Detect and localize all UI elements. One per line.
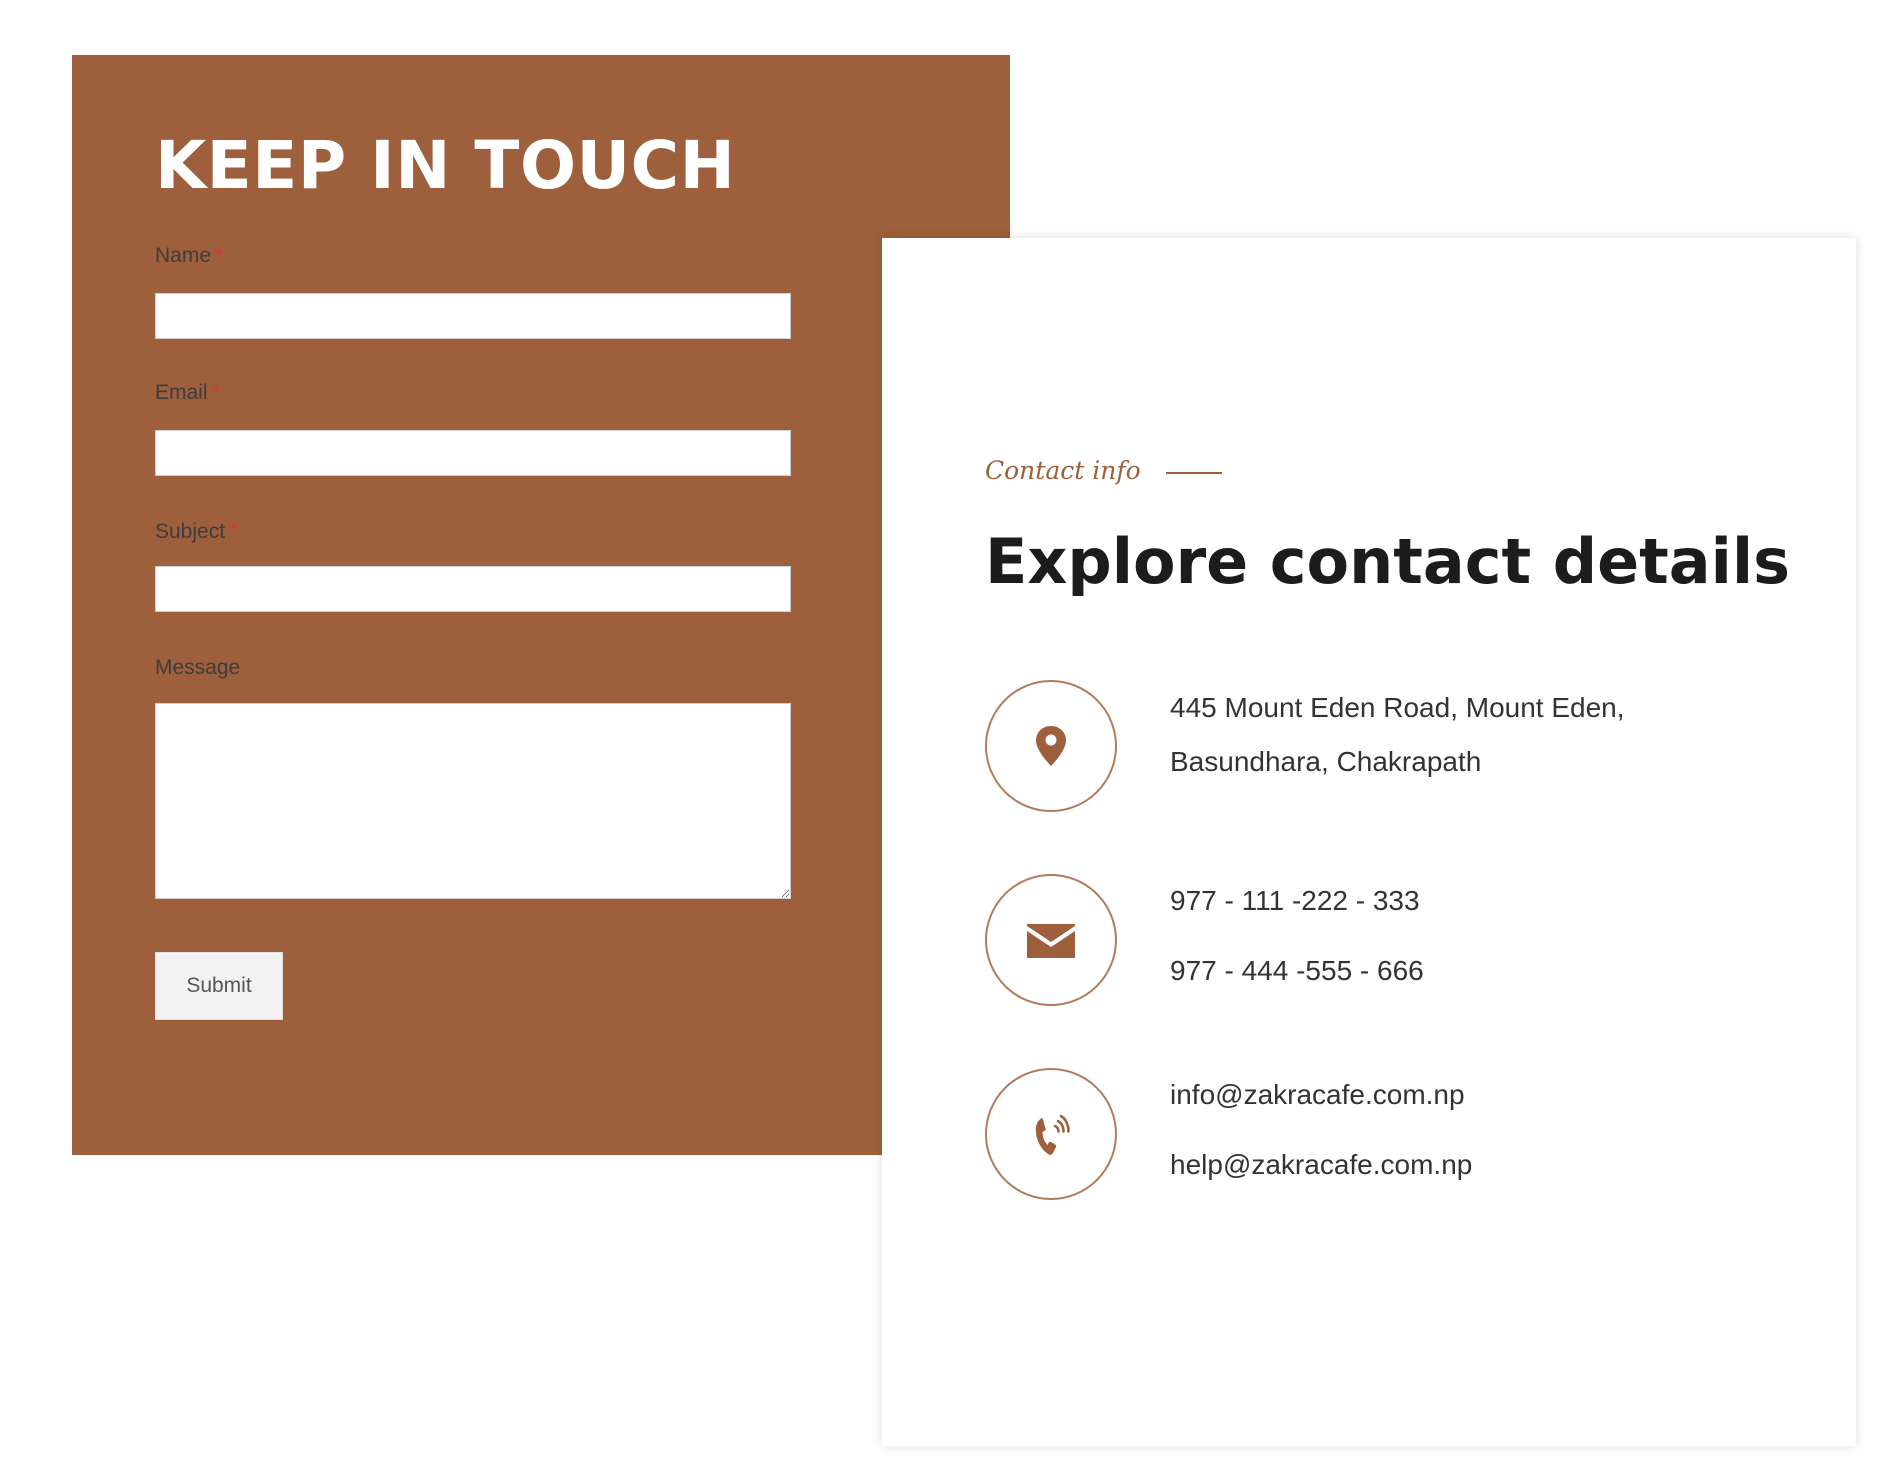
message-field[interactable] [155,703,791,899]
email-label-text: Email [155,381,208,404]
email-label: Email * [155,382,220,403]
phone-number-2[interactable]: 977 - 444 -555 - 666 [1170,957,1424,985]
phone-number-1[interactable]: 977 - 111 -222 - 333 [1170,887,1420,915]
message-label: Message [155,657,240,678]
eyebrow-label: Contact info [985,456,1141,485]
required-marker: * [229,520,238,543]
contact-form-panel: KEEP IN TOUCH Name * Email * Subject * Mess… [72,55,1010,1155]
address-line-2: Basundhara, Chakrapath [1170,746,1482,777]
contact-info-card: Contact info Explore contact details 445… [882,238,1856,1446]
phone-icon [985,1068,1117,1200]
subject-field[interactable] [155,566,791,612]
name-label: Name * [155,245,223,266]
email-field[interactable] [155,430,791,476]
address-row: 445 Mount Eden Road, Mount Eden, Basundh… [985,680,1805,820]
phone-row: 977 - 111 -222 - 333 977 - 444 -555 - 66… [985,874,1805,1014]
address-line-1: 445 Mount Eden Road, Mount Eden, [1170,692,1625,723]
page: KEEP IN TOUCH Name * Email * Subject * Mess… [0,0,1900,1475]
message-label-text: Message [155,656,241,679]
eyebrow: Contact info [985,458,1222,483]
envelope-icon [985,874,1117,1006]
map-pin-icon [985,680,1117,812]
email-address-2[interactable]: help@zakracafe.com.np [1170,1151,1472,1179]
required-marker: * [211,381,220,404]
subject-label-text: Subject [155,520,226,543]
name-label-text: Name [155,244,212,267]
contact-heading: Explore contact details [985,525,1791,598]
submit-button[interactable]: Submit [155,952,283,1020]
email-address-1[interactable]: info@zakracafe.com.np [1170,1081,1465,1109]
name-field[interactable] [155,293,791,339]
eyebrow-divider [1165,471,1222,474]
subject-label: Subject * [155,521,237,542]
form-title: KEEP IN TOUCH [155,127,736,204]
email-row: info@zakracafe.com.np help@zakracafe.com… [985,1068,1805,1208]
required-marker: * [215,244,224,267]
